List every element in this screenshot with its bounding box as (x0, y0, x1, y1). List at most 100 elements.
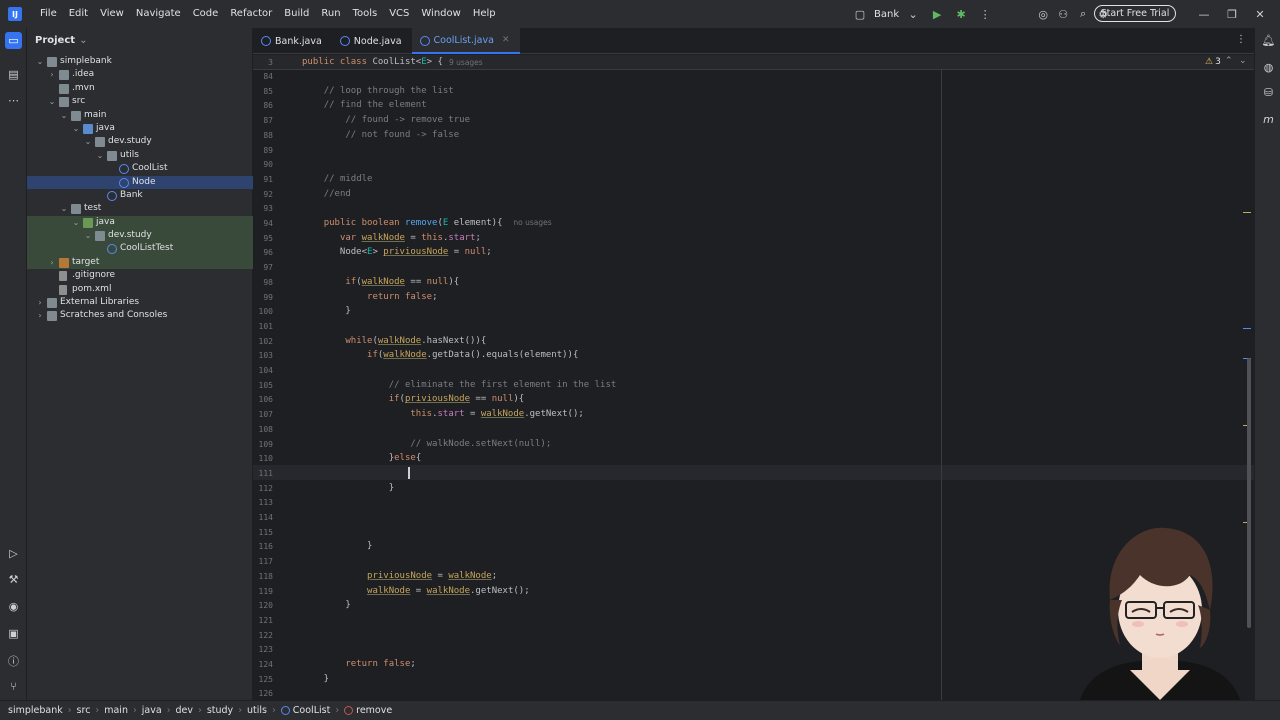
code-line[interactable]: this.start = walkNode.getNext(); (302, 409, 583, 419)
tree-item[interactable]: CoolList (27, 162, 253, 175)
maven-icon[interactable]: m (1260, 111, 1277, 128)
chevron-down-icon[interactable]: ⌄ (83, 229, 93, 242)
code-line[interactable]: }else{ (302, 453, 422, 463)
breadcrumb-item[interactable]: simplebank (8, 705, 63, 716)
tree-item[interactable]: ⌄ dev.study (27, 135, 253, 148)
code-line[interactable]: // find the element (302, 100, 427, 110)
tree-item[interactable]: › .idea (27, 68, 253, 81)
menu-edit[interactable]: Edit (63, 0, 94, 28)
menu-file[interactable]: File (34, 0, 63, 28)
notifications-icon[interactable]: 🔔︎ (1260, 32, 1277, 49)
close-tab-icon[interactable]: ✕ (502, 35, 510, 45)
code-line[interactable]: //end (302, 189, 351, 199)
more-tools-icon[interactable]: ⋯ (5, 92, 22, 109)
run-tool-icon[interactable]: ▷ (5, 545, 22, 562)
prev-highlight-icon[interactable]: ⌃ (1225, 56, 1233, 66)
code-line[interactable]: } (302, 541, 372, 551)
code-line[interactable]: if(walkNode.getData().equals(element)){ (302, 350, 578, 360)
code-line[interactable]: Node<E> priviousNode = null; (302, 247, 492, 257)
project-panel-header[interactable]: Project ⌄ (27, 28, 252, 52)
terminal-icon[interactable]: ▣ (5, 625, 22, 642)
tree-item[interactable]: › Scratches and Consoles (27, 309, 253, 322)
chevron-down-icon[interactable]: ⌄ (59, 109, 69, 122)
search-icon[interactable]: ⌕ (1075, 6, 1091, 22)
debug-icon[interactable]: ✱ (953, 6, 969, 22)
tab-bank-java[interactable]: Bank.java (253, 28, 332, 54)
run-config-selector[interactable]: ▢ Bank ⌄ (852, 6, 921, 22)
code-line[interactable]: var walkNode = this.start; (302, 233, 481, 243)
menu-view[interactable]: View (94, 0, 130, 28)
code-line[interactable]: // eliminate the first element in the li… (302, 380, 617, 390)
tab-node-java[interactable]: Node.java (332, 28, 412, 54)
ai-assistant-icon[interactable]: ◎ (1035, 6, 1051, 22)
code-line[interactable]: } (302, 674, 329, 684)
chevron-down-icon[interactable]: ⌄ (47, 95, 57, 108)
run-icon[interactable]: ▶ (929, 6, 945, 22)
intellij-logo-icon[interactable]: IJ (8, 7, 22, 21)
tree-item[interactable]: CoolListTest (27, 242, 253, 256)
menu-navigate[interactable]: Navigate (130, 0, 187, 28)
project-folder-icon[interactable]: ▭ (5, 32, 22, 49)
code-line[interactable]: if(priviousNode == null){ (302, 394, 525, 404)
breadcrumb-item[interactable]: src (77, 705, 91, 716)
code-line[interactable]: public boolean remove(E element){ no usa… (302, 218, 552, 228)
tree-item[interactable]: ⌄ utils (27, 149, 253, 162)
code-line[interactable]: return false; (302, 292, 437, 302)
maximize-icon[interactable]: ❐ (1218, 0, 1246, 28)
code-line[interactable]: if(walkNode == null){ (302, 277, 459, 287)
code-line[interactable]: // middle (302, 174, 373, 184)
breadcrumb-item[interactable]: CoolList (293, 705, 331, 716)
code-line[interactable]: // walkNode.setNext(null); (302, 439, 551, 449)
chevron-down-icon[interactable]: ⌄ (71, 216, 81, 229)
tree-item[interactable]: ⌄ dev.study (27, 229, 253, 243)
breadcrumb-item[interactable]: java (142, 705, 162, 716)
services-icon[interactable]: ◉ (5, 598, 22, 615)
code-line[interactable]: } (302, 306, 350, 316)
tree-item[interactable]: › External Libraries (27, 296, 253, 309)
chevron-down-icon[interactable]: ⌄ (83, 135, 93, 148)
chevron-down-icon[interactable]: ⌄ (95, 149, 105, 162)
tree-item[interactable]: Bank (27, 189, 253, 202)
tree-item[interactable]: Node (27, 175, 253, 189)
tree-item[interactable]: ⌄ src (27, 95, 253, 108)
breadcrumb-item[interactable]: study (207, 705, 233, 716)
database-icon[interactable]: ⛁ (1260, 84, 1277, 101)
code-line[interactable]: walkNode = walkNode.getNext(); (302, 586, 530, 596)
minimize-icon[interactable]: — (1190, 0, 1218, 28)
close-icon[interactable]: ✕ (1246, 0, 1274, 28)
breadcrumb-item[interactable]: dev (176, 705, 194, 716)
chevron-down-icon[interactable]: ⌄ (59, 202, 69, 215)
menu-vcs[interactable]: VCS (383, 0, 415, 28)
chevron-down-icon[interactable]: ⌄ (71, 122, 81, 135)
code-line[interactable]: // found -> remove true (302, 115, 470, 125)
menu-refactor[interactable]: Refactor (224, 0, 278, 28)
build-hammer-icon[interactable]: ⚒ (5, 571, 22, 588)
git-icon[interactable]: ⑂ (5, 678, 22, 695)
menu-tools[interactable]: Tools (347, 0, 384, 28)
ai-chat-icon[interactable]: ◍ (1260, 59, 1277, 76)
more-actions-icon[interactable]: ⋮ (977, 6, 993, 22)
tree-item[interactable]: .gitignore (27, 269, 253, 282)
code-line[interactable]: } (302, 483, 394, 493)
chevron-right-icon[interactable]: › (47, 256, 57, 269)
breadcrumb-item[interactable]: remove (356, 705, 392, 716)
tree-item[interactable]: ⌄ java (27, 215, 253, 230)
breadcrumb-item[interactable]: utils (247, 705, 267, 716)
code-line[interactable]: while(walkNode.hasNext()){ (302, 336, 486, 346)
chevron-right-icon[interactable]: › (35, 296, 45, 309)
next-highlight-icon[interactable]: ⌄ (1239, 56, 1247, 66)
code-line[interactable]: // not found -> false (302, 130, 459, 140)
chevron-right-icon[interactable]: › (35, 309, 45, 322)
problems-icon[interactable]: ⓘ (5, 652, 22, 669)
warning-icon[interactable]: ⚠ 3 (1205, 57, 1221, 67)
tab-coollist-java[interactable]: CoolList.java ✕ (411, 28, 520, 54)
code-line[interactable]: priviousNode = walkNode; (302, 571, 497, 581)
tree-item[interactable]: .mvn (27, 82, 253, 95)
menu-run[interactable]: Run (315, 0, 346, 28)
menu-build[interactable]: Build (278, 0, 315, 28)
chevron-down-icon[interactable]: ⌄ (35, 55, 45, 68)
tree-item[interactable]: ⌄ java (27, 122, 253, 135)
code-line[interactable]: } (302, 600, 350, 610)
breadcrumb-item[interactable]: main (104, 705, 128, 716)
structure-icon[interactable]: ▤ (5, 66, 22, 83)
